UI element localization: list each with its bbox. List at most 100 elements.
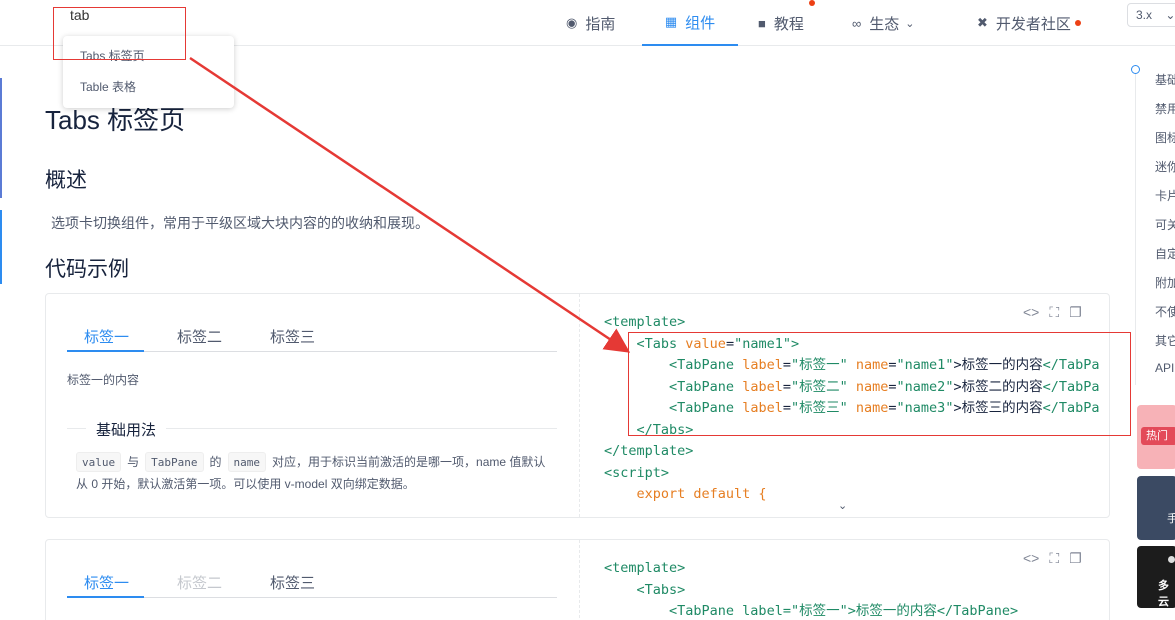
code-line: </Tabs> bbox=[636, 421, 694, 438]
code-token: "标签二" bbox=[790, 378, 848, 395]
nav-dev-community[interactable]: ✖ 开发者社区 bbox=[977, 0, 1081, 46]
code-line: export default { bbox=[636, 486, 767, 502]
code-token: name bbox=[855, 357, 889, 373]
anchor-rail bbox=[1135, 65, 1136, 385]
demo-tabs: 标签一 标签二 标签三 bbox=[67, 320, 557, 352]
anchor-link[interactable]: 可关 bbox=[1155, 216, 1175, 233]
code-line: <TabPane label="标签一">标签一的内容</TabPane> bbox=[669, 603, 1019, 619]
code-line: <template> bbox=[604, 314, 686, 330]
code-token: "name1" bbox=[896, 357, 954, 373]
code-token: "标签一" bbox=[790, 357, 848, 373]
code-toolbar: <> ⛶ ❐ bbox=[1023, 550, 1082, 567]
anchor-link[interactable]: 其它 bbox=[1155, 332, 1175, 349]
code-token: >标签三的内容 bbox=[953, 400, 1043, 416]
code-token: >标签二的内容 bbox=[953, 378, 1043, 395]
promo-banner[interactable]: 多云 bbox=[1137, 546, 1175, 608]
code-chip: TabPane bbox=[145, 452, 204, 472]
overview-heading: 概述 bbox=[45, 169, 87, 192]
tab-one[interactable]: 标签一 bbox=[84, 326, 129, 347]
code-line: <Tabs> bbox=[636, 581, 686, 598]
code-line: </template> bbox=[604, 443, 694, 459]
search-input[interactable] bbox=[70, 2, 180, 28]
code-token: <TabPane bbox=[669, 378, 735, 395]
community-badge-dot bbox=[1074, 20, 1081, 26]
chevron-down-icon: ⌄ bbox=[1165, 8, 1175, 22]
anchor-link[interactable]: 自定 bbox=[1155, 245, 1175, 262]
anchor-link[interactable]: 禁用 bbox=[1155, 100, 1175, 117]
code-token: > bbox=[790, 335, 800, 352]
anchor-link[interactable]: 基础 bbox=[1155, 71, 1175, 88]
code-token: <TabPane bbox=[669, 400, 735, 416]
code-toggle-icon[interactable]: <> bbox=[1023, 550, 1039, 567]
code-chip: value bbox=[76, 452, 122, 472]
examples-heading: 代码示例 bbox=[45, 258, 129, 281]
promo-dot bbox=[1168, 556, 1175, 563]
anchor-link[interactable]: 不使 bbox=[1155, 303, 1175, 320]
code-token: >标签一的内容 bbox=[953, 357, 1043, 373]
copy-icon[interactable]: ❐ bbox=[1069, 550, 1082, 567]
promo-banner[interactable]: 手 bbox=[1137, 476, 1175, 540]
demo-legend: 基础用法 bbox=[86, 419, 167, 440]
tab-one[interactable]: 标签一 bbox=[84, 572, 129, 593]
anchor-link[interactable]: 附加 bbox=[1155, 274, 1175, 291]
text: 与 bbox=[127, 455, 140, 469]
code-token: label bbox=[742, 357, 783, 373]
demo-tabs: 标签一 标签二 标签三 bbox=[67, 566, 557, 598]
tab-three[interactable]: 标签三 bbox=[270, 326, 315, 347]
promo-label: 热门 bbox=[1141, 427, 1175, 445]
suggestion-tabs[interactable]: Tabs 标签页 bbox=[63, 41, 234, 72]
text: 的 bbox=[209, 455, 222, 469]
anchor-link[interactable]: 卡片 bbox=[1155, 187, 1175, 204]
code-block: <template> <Tabs> <TabPane label="标签一">标… bbox=[604, 558, 1018, 620]
tab-ink-bar bbox=[67, 596, 144, 598]
nav-ecosystem[interactable]: ∞ 生态 ⌄ bbox=[852, 0, 915, 46]
tab-three[interactable]: 标签三 bbox=[270, 572, 315, 593]
code-line: <script> bbox=[604, 464, 670, 481]
version-select[interactable]: 3.x ⌄ bbox=[1127, 3, 1175, 27]
search-suggestions: Tabs 标签页 Table 表格 bbox=[63, 36, 234, 108]
code-token: "name1" bbox=[734, 335, 791, 352]
anchor-link[interactable]: 图标 bbox=[1155, 129, 1175, 146]
left-panel-edge bbox=[0, 78, 2, 198]
code-token: </TabPa bbox=[1042, 400, 1100, 416]
tutorial-badge-dot bbox=[809, 0, 815, 6]
code-block: <template> <Tabs value="name1"> <TabPane… bbox=[604, 314, 1100, 502]
tab-two[interactable]: 标签二 bbox=[177, 326, 222, 347]
code-token: "name2" bbox=[896, 378, 954, 395]
demo-card-basic: 标签一 标签二 标签三 标签一的内容 基础用法 value 与 TabPane 的 na… bbox=[45, 293, 1110, 518]
code-chip: name bbox=[227, 452, 267, 472]
nav-tutorial[interactable]: ■ 教程 bbox=[758, 0, 804, 46]
compass-icon: ◉ bbox=[566, 15, 578, 30]
code-token: "标签三" bbox=[790, 400, 848, 416]
code-token: name bbox=[855, 400, 889, 416]
code-token: value bbox=[685, 335, 726, 352]
overview-text: 选项卡切换组件，常用于平级区域大块内容的的收纳和展现。 bbox=[51, 215, 429, 231]
code-token: name bbox=[855, 378, 889, 395]
grid-icon: ▦ bbox=[664, 14, 678, 29]
chevron-down-icon: ⌄ bbox=[905, 17, 915, 30]
tools-icon: ✖ bbox=[977, 15, 988, 30]
code-token: label bbox=[742, 400, 783, 416]
tab-two-disabled: 标签二 bbox=[177, 575, 223, 592]
expand-code-icon[interactable]: ⌄ bbox=[838, 499, 847, 512]
tab-panel-content: 标签一的内容 bbox=[67, 373, 140, 387]
promo-label: 多云 bbox=[1158, 580, 1169, 608]
promo-label: 手 bbox=[1167, 513, 1175, 525]
left-panel-edge bbox=[0, 210, 2, 284]
card-divider bbox=[579, 294, 580, 517]
demo-description: value 与 TabPane 的 name 对应，用于标识当前激活的是哪一项，name … bbox=[76, 451, 556, 495]
infinity-icon: ∞ bbox=[852, 15, 862, 31]
suggestion-table[interactable]: Table 表格 bbox=[63, 72, 234, 103]
code-token: </TabPa bbox=[1042, 357, 1100, 373]
code-token: <Tabs bbox=[636, 335, 678, 352]
code-token: </TabPa bbox=[1042, 378, 1100, 395]
nav-components[interactable]: ▦ 组件 bbox=[642, 0, 738, 46]
anchor-link[interactable]: 迷你 bbox=[1155, 158, 1175, 175]
code-line: <template> bbox=[604, 560, 686, 576]
demo-card-disabled: 标签一 标签二 标签三 <> ⛶ ❐ <template> <Tabs> <Ta… bbox=[45, 539, 1110, 620]
fullscreen-icon[interactable]: ⛶ bbox=[1049, 550, 1059, 567]
nav-guide[interactable]: ◉ 指南 bbox=[566, 0, 615, 46]
code-token: "name3" bbox=[896, 400, 954, 416]
anchor-link[interactable]: API bbox=[1155, 361, 1174, 375]
promo-banner[interactable]: 热门 bbox=[1137, 405, 1175, 469]
